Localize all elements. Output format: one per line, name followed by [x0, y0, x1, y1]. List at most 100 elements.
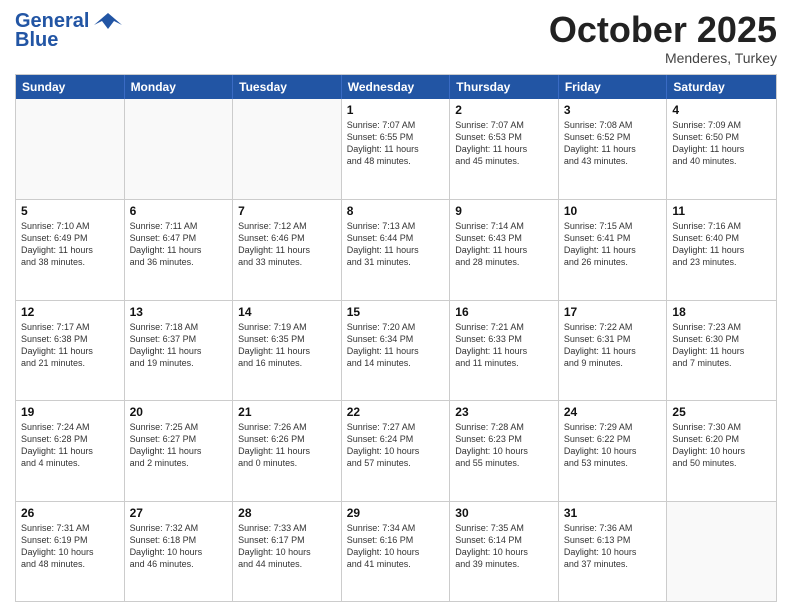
- day-info: Sunrise: 7:15 AM Sunset: 6:41 PM Dayligh…: [564, 220, 662, 269]
- day-number: 12: [21, 305, 119, 319]
- calendar-row-5: 26 Sunrise: 7:31 AM Sunset: 6:19 PM Dayli…: [16, 501, 776, 601]
- day-info: Sunrise: 7:11 AM Sunset: 6:47 PM Dayligh…: [130, 220, 228, 269]
- weekday-header-tuesday: Tuesday: [233, 75, 342, 99]
- calendar-day-4: 4 Sunrise: 7:09 AM Sunset: 6:50 PM Daylig…: [667, 99, 776, 199]
- day-info: Sunrise: 7:12 AM Sunset: 6:46 PM Dayligh…: [238, 220, 336, 269]
- day-info: Sunrise: 7:09 AM Sunset: 6:50 PM Dayligh…: [672, 119, 771, 168]
- day-number: 28: [238, 506, 336, 520]
- day-number: 11: [672, 204, 771, 218]
- day-info: Sunrise: 7:32 AM Sunset: 6:18 PM Dayligh…: [130, 522, 228, 571]
- weekday-header-thursday: Thursday: [450, 75, 559, 99]
- calendar-day-14: 14Sunrise: 7:19 AM Sunset: 6:35 PM Dayli…: [233, 301, 342, 400]
- calendar-body: 1 Sunrise: 7:07 AM Sunset: 6:55 PM Daylig…: [16, 99, 776, 601]
- weekday-header-saturday: Saturday: [667, 75, 776, 99]
- calendar-day-24: 24 Sunrise: 7:29 AM Sunset: 6:22 PM Dayli…: [559, 401, 668, 500]
- day-number: 7: [238, 204, 336, 218]
- day-info: Sunrise: 7:07 AM Sunset: 6:53 PM Dayligh…: [455, 119, 553, 168]
- day-number: 17: [564, 305, 662, 319]
- day-number: 19: [21, 405, 119, 419]
- day-info: Sunrise: 7:34 AM Sunset: 6:16 PM Dayligh…: [347, 522, 445, 571]
- calendar-row-3: 12 Sunrise: 7:17 AM Sunset: 6:38 PM Dayli…: [16, 300, 776, 400]
- header: General Blue October 2025 Menderes, Turk…: [15, 10, 777, 66]
- day-number: 26: [21, 506, 119, 520]
- day-info: Sunrise: 7:21 AM Sunset: 6:33 PM Dayligh…: [455, 321, 553, 370]
- day-number: 1: [347, 103, 445, 117]
- day-info: Sunrise: 7:26 AM Sunset: 6:26 PM Dayligh…: [238, 421, 336, 470]
- day-number: 6: [130, 204, 228, 218]
- calendar-day-30: 30 Sunrise: 7:35 AM Sunset: 6:14 PM Dayli…: [450, 502, 559, 601]
- day-number: 22: [347, 405, 445, 419]
- calendar-day-25: 25 Sunrise: 7:30 AM Sunset: 6:20 PM Dayli…: [667, 401, 776, 500]
- day-info: Sunrise: 7:13 AM Sunset: 6:44 PM Dayligh…: [347, 220, 445, 269]
- calendar-day-7: 7 Sunrise: 7:12 AM Sunset: 6:46 PM Daylig…: [233, 200, 342, 299]
- title-block: October 2025 Menderes, Turkey: [549, 10, 777, 66]
- calendar-row-1: 1 Sunrise: 7:07 AM Sunset: 6:55 PM Daylig…: [16, 99, 776, 199]
- day-info: Sunrise: 7:29 AM Sunset: 6:22 PM Dayligh…: [564, 421, 662, 470]
- calendar-day-17: 17Sunrise: 7:22 AM Sunset: 6:31 PM Dayli…: [559, 301, 668, 400]
- day-info: Sunrise: 7:31 AM Sunset: 6:19 PM Dayligh…: [21, 522, 119, 571]
- day-info: Sunrise: 7:18 AM Sunset: 6:37 PM Dayligh…: [130, 321, 228, 370]
- calendar-day-19: 19 Sunrise: 7:24 AM Sunset: 6:28 PM Dayli…: [16, 401, 125, 500]
- day-info: Sunrise: 7:27 AM Sunset: 6:24 PM Dayligh…: [347, 421, 445, 470]
- calendar-day-8: 8 Sunrise: 7:13 AM Sunset: 6:44 PM Daylig…: [342, 200, 451, 299]
- day-number: 30: [455, 506, 553, 520]
- calendar-day-9: 9 Sunrise: 7:14 AM Sunset: 6:43 PM Daylig…: [450, 200, 559, 299]
- calendar-day-5: 5 Sunrise: 7:10 AM Sunset: 6:49 PM Daylig…: [16, 200, 125, 299]
- calendar-day-15: 15 Sunrise: 7:20 AM Sunset: 6:34 PM Dayli…: [342, 301, 451, 400]
- day-number: 24: [564, 405, 662, 419]
- day-number: 23: [455, 405, 553, 419]
- day-info: Sunrise: 7:19 AM Sunset: 6:35 PM Dayligh…: [238, 321, 336, 370]
- day-number: 4: [672, 103, 771, 117]
- day-info: Sunrise: 7:17 AM Sunset: 6:38 PM Dayligh…: [21, 321, 119, 370]
- calendar-day-18: 18 Sunrise: 7:23 AM Sunset: 6:30 PM Dayli…: [667, 301, 776, 400]
- weekday-header-wednesday: Wednesday: [342, 75, 451, 99]
- day-number: 18: [672, 305, 771, 319]
- day-info: Sunrise: 7:35 AM Sunset: 6:14 PM Dayligh…: [455, 522, 553, 571]
- calendar-day-20: 20 Sunrise: 7:25 AM Sunset: 6:27 PM Dayli…: [125, 401, 234, 500]
- day-number: 15: [347, 305, 445, 319]
- day-info: Sunrise: 7:24 AM Sunset: 6:28 PM Dayligh…: [21, 421, 119, 470]
- day-info: Sunrise: 7:20 AM Sunset: 6:34 PM Dayligh…: [347, 321, 445, 370]
- day-info: Sunrise: 7:10 AM Sunset: 6:49 PM Dayligh…: [21, 220, 119, 269]
- day-number: 20: [130, 405, 228, 419]
- calendar-day-27: 27 Sunrise: 7:32 AM Sunset: 6:18 PM Dayli…: [125, 502, 234, 601]
- day-number: 13: [130, 305, 228, 319]
- logo: General Blue: [15, 10, 122, 52]
- day-info: Sunrise: 7:14 AM Sunset: 6:43 PM Dayligh…: [455, 220, 553, 269]
- day-number: 29: [347, 506, 445, 520]
- calendar-day-empty: [16, 99, 125, 199]
- weekday-header-friday: Friday: [559, 75, 668, 99]
- calendar-day-13: 13 Sunrise: 7:18 AM Sunset: 6:37 PM Dayli…: [125, 301, 234, 400]
- location-subtitle: Menderes, Turkey: [549, 50, 777, 66]
- calendar-day-1: 1 Sunrise: 7:07 AM Sunset: 6:55 PM Daylig…: [342, 99, 451, 199]
- day-info: Sunrise: 7:23 AM Sunset: 6:30 PM Dayligh…: [672, 321, 771, 370]
- day-number: 27: [130, 506, 228, 520]
- calendar-row-4: 19 Sunrise: 7:24 AM Sunset: 6:28 PM Dayli…: [16, 400, 776, 500]
- calendar-day-3: 3Sunrise: 7:08 AM Sunset: 6:52 PM Daylig…: [559, 99, 668, 199]
- day-number: 9: [455, 204, 553, 218]
- calendar-day-6: 6 Sunrise: 7:11 AM Sunset: 6:47 PM Daylig…: [125, 200, 234, 299]
- logo-blue-text: Blue: [15, 29, 58, 52]
- day-number: 21: [238, 405, 336, 419]
- day-info: Sunrise: 7:36 AM Sunset: 6:13 PM Dayligh…: [564, 522, 662, 571]
- calendar-day-2: 2 Sunrise: 7:07 AM Sunset: 6:53 PM Daylig…: [450, 99, 559, 199]
- day-number: 25: [672, 405, 771, 419]
- day-info: Sunrise: 7:07 AM Sunset: 6:55 PM Dayligh…: [347, 119, 445, 168]
- day-info: Sunrise: 7:16 AM Sunset: 6:40 PM Dayligh…: [672, 220, 771, 269]
- calendar-day-10: 10Sunrise: 7:15 AM Sunset: 6:41 PM Dayli…: [559, 200, 668, 299]
- day-info: Sunrise: 7:28 AM Sunset: 6:23 PM Dayligh…: [455, 421, 553, 470]
- calendar-header: SundayMondayTuesdayWednesdayThursdayFrid…: [16, 75, 776, 99]
- page: General Blue October 2025 Menderes, Turk…: [0, 0, 792, 612]
- calendar-day-12: 12 Sunrise: 7:17 AM Sunset: 6:38 PM Dayli…: [16, 301, 125, 400]
- calendar-day-21: 21 Sunrise: 7:26 AM Sunset: 6:26 PM Dayli…: [233, 401, 342, 500]
- day-number: 5: [21, 204, 119, 218]
- weekday-header-sunday: Sunday: [16, 75, 125, 99]
- calendar-day-29: 29 Sunrise: 7:34 AM Sunset: 6:16 PM Dayli…: [342, 502, 451, 601]
- logo-bird-icon: [94, 11, 122, 33]
- day-number: 31: [564, 506, 662, 520]
- day-info: Sunrise: 7:30 AM Sunset: 6:20 PM Dayligh…: [672, 421, 771, 470]
- day-info: Sunrise: 7:25 AM Sunset: 6:27 PM Dayligh…: [130, 421, 228, 470]
- day-number: 2: [455, 103, 553, 117]
- day-number: 8: [347, 204, 445, 218]
- calendar-day-16: 16Sunrise: 7:21 AM Sunset: 6:33 PM Dayli…: [450, 301, 559, 400]
